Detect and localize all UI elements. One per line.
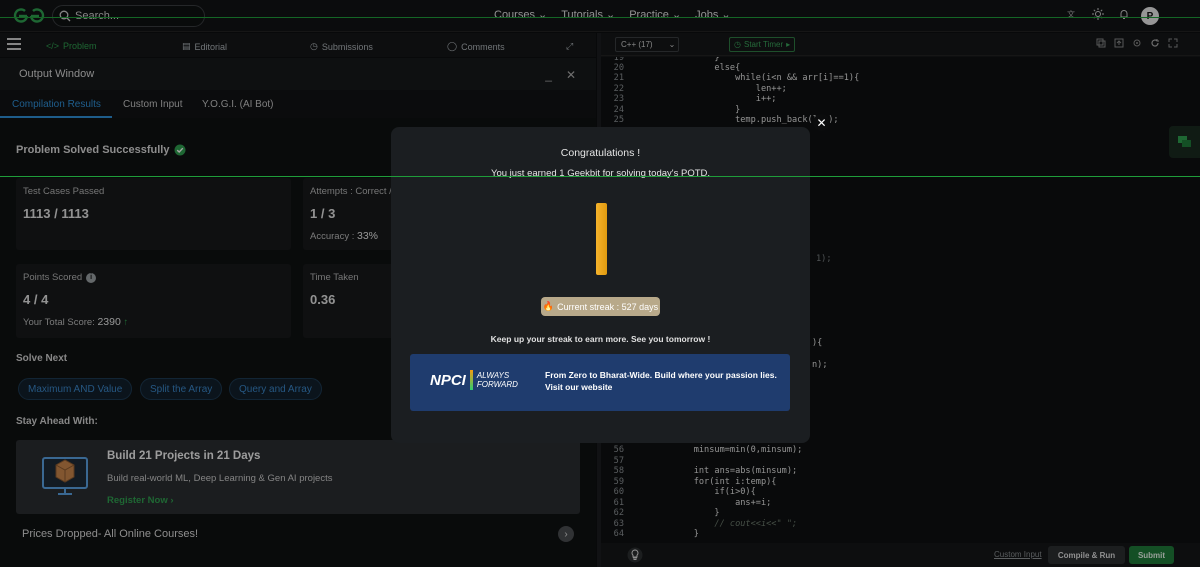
logo-arrow-icon bbox=[469, 370, 473, 390]
modal-title: Congratulations ! bbox=[560, 147, 641, 159]
streak-badge: 🔥 Current streak : 527 days bbox=[541, 297, 660, 316]
keep-up-text: Keep up your streak to earn more. See yo… bbox=[490, 334, 711, 344]
modal-close-button[interactable]: ✕ bbox=[813, 114, 830, 131]
npci-banner[interactable]: NPCI ALWAYS FORWARD From Zero to Bharat-… bbox=[410, 354, 790, 411]
guide-line bbox=[0, 176, 1200, 177]
geekbit-earned-text: You just earned 1 Geekbit for solving to… bbox=[490, 168, 711, 179]
npci-logo: NPCI ALWAYS FORWARD bbox=[430, 370, 518, 390]
congratulations-modal: Congratulations ! You just earned 1 Geek… bbox=[391, 127, 810, 443]
fire-icon: 🔥 bbox=[542, 301, 555, 311]
geekbit-coin-icon bbox=[596, 203, 607, 275]
